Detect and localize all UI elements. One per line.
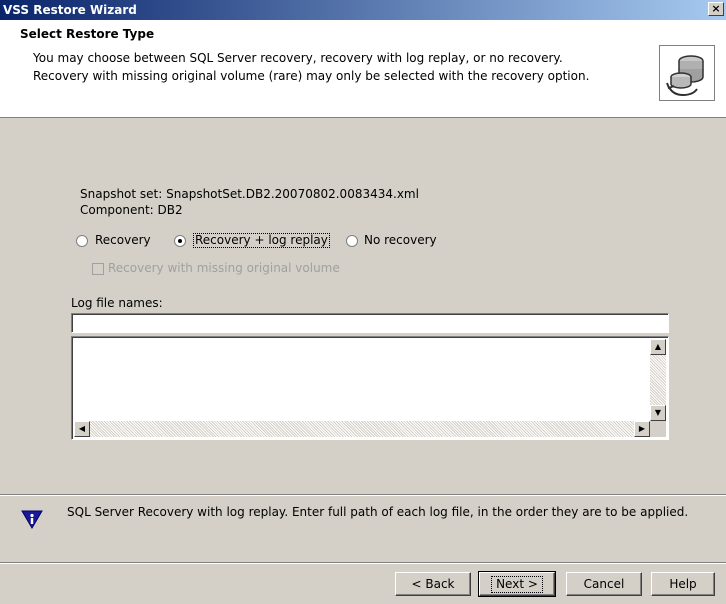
info-divider-top: [0, 494, 726, 496]
help-button[interactable]: Help: [651, 572, 715, 596]
vss-restore-wizard-window: VSS Restore Wizard × Select Restore Type…: [0, 0, 726, 604]
no-recovery-radio-label[interactable]: No recovery: [364, 233, 437, 247]
recovery-radio-label[interactable]: Recovery: [95, 233, 151, 247]
log-file-list[interactable]: ▲ ▼ ◀ ▶: [71, 336, 669, 440]
recovery-log-replay-radio-label[interactable]: Recovery + log replay: [193, 233, 330, 248]
close-button[interactable]: ×: [708, 2, 724, 16]
scroll-up-arrow-icon[interactable]: ▲: [650, 339, 666, 355]
header-description-line2: Recovery with missing original volume (r…: [33, 69, 590, 83]
window-title: VSS Restore Wizard: [3, 3, 137, 17]
button-divider: [0, 562, 726, 564]
recovery-radio[interactable]: [76, 235, 88, 247]
cancel-button[interactable]: Cancel: [566, 572, 642, 596]
recovery-log-replay-radio[interactable]: [174, 235, 186, 247]
back-button[interactable]: < Back: [395, 572, 471, 596]
snapshot-set-line: Snapshot set: SnapshotSet.DB2.20070802.0…: [80, 187, 419, 201]
close-icon: ×: [711, 2, 721, 15]
vertical-scrollbar[interactable]: ▲ ▼: [650, 339, 666, 421]
missing-volume-checkbox-label[interactable]: Recovery with missing original volume: [108, 261, 340, 275]
scroll-right-arrow-icon[interactable]: ▶: [634, 421, 650, 437]
component-value: DB2: [157, 203, 183, 217]
log-file-names-input[interactable]: [71, 313, 669, 333]
scroll-left-arrow-icon[interactable]: ◀: [74, 421, 90, 437]
info-message: SQL Server Recovery with log replay. Ent…: [67, 505, 689, 519]
page-title: Select Restore Type: [20, 27, 155, 41]
snapshot-set-value: SnapshotSet.DB2.20070802.0083434.xml: [166, 187, 419, 201]
header-description-line1: You may choose between SQL Server recove…: [33, 51, 563, 65]
snapshot-set-label: Snapshot set:: [80, 187, 163, 201]
title-bar[interactable]: VSS Restore Wizard ×: [0, 0, 726, 20]
log-file-names-label: Log file names:: [71, 296, 163, 310]
missing-volume-checkbox[interactable]: [92, 263, 104, 275]
next-button-label: Next >: [491, 575, 543, 593]
next-button[interactable]: Next >: [478, 571, 556, 597]
no-recovery-radio[interactable]: [346, 235, 358, 247]
scroll-down-arrow-icon[interactable]: ▼: [650, 405, 666, 421]
info-shield-icon: [21, 508, 43, 530]
component-label: Component:: [80, 203, 154, 217]
horizontal-scrollbar[interactable]: ◀ ▶: [74, 421, 650, 437]
scrollbar-corner: [650, 421, 666, 437]
component-line: Component: DB2: [80, 203, 183, 217]
database-restore-icon: [659, 45, 715, 101]
